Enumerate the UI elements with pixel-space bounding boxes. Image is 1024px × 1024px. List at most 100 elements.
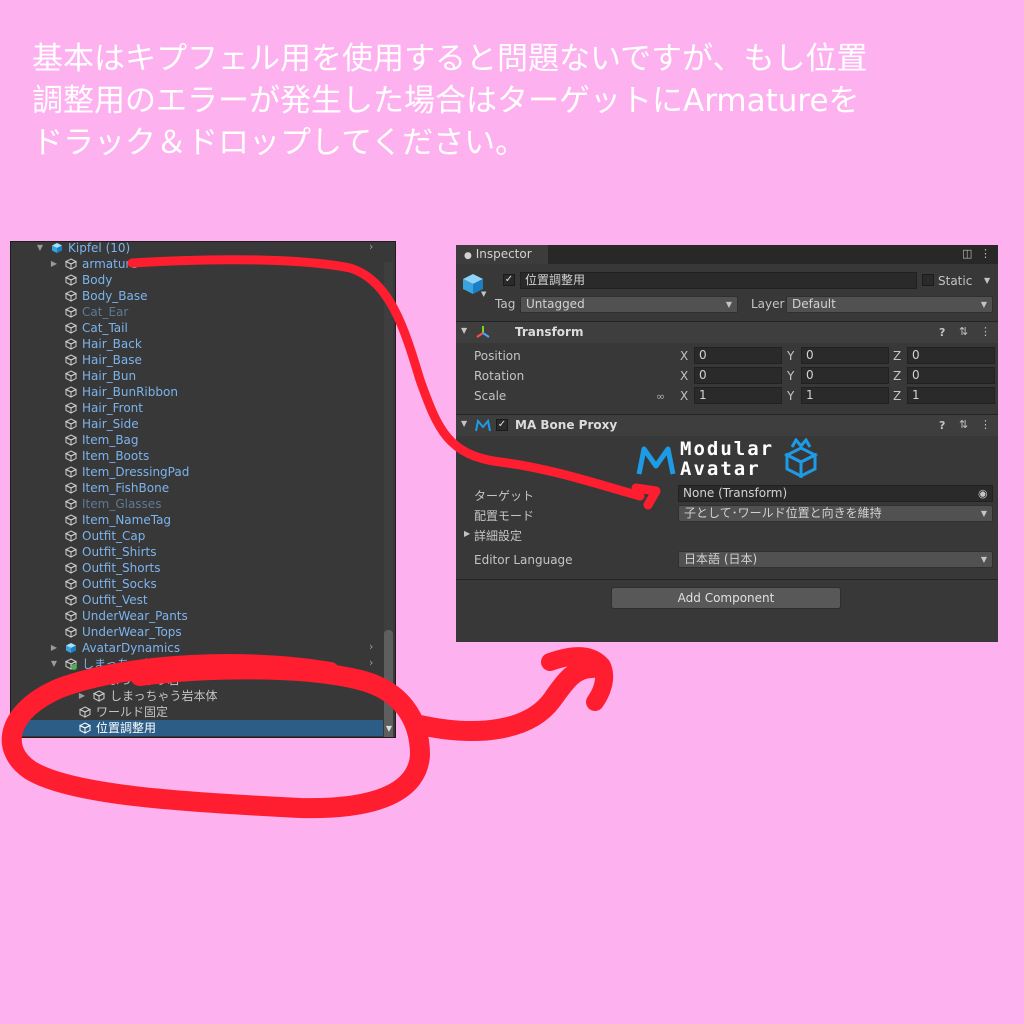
- transform-component-header[interactable]: ▼ Transform ? ⇅ ⋮: [456, 321, 998, 343]
- bone-proxy-component-header[interactable]: ▼ ✓ MA Bone Proxy ? ⇅ ⋮: [456, 414, 998, 436]
- foldout-arrow-icon[interactable]: ▼: [35, 242, 45, 256]
- placement-mode-dropdown[interactable]: 子として･ワールド位置と向きを維持 ▼: [678, 505, 993, 522]
- axis-label-z: Z: [893, 389, 902, 403]
- tag-dropdown[interactable]: Untagged ▼: [520, 296, 738, 313]
- gameobject-cube-icon: [65, 578, 77, 590]
- static-checkbox[interactable]: [922, 274, 934, 286]
- hierarchy-item[interactable]: Item_DressingPad: [11, 464, 383, 480]
- editor-language-label: Editor Language: [474, 553, 573, 567]
- inspector-tab[interactable]: ● Inspector: [456, 245, 548, 264]
- transform-x-field[interactable]: 1: [694, 387, 782, 404]
- hierarchy-item[interactable]: UnderWear_Tops: [11, 624, 383, 640]
- hierarchy-item[interactable]: Item_Boots: [11, 448, 383, 464]
- hierarchy-item[interactable]: Item_Glasses: [11, 496, 383, 512]
- hierarchy-item[interactable]: Outfit_Socks: [11, 576, 383, 592]
- layer-dropdown[interactable]: Default ▼: [786, 296, 993, 313]
- foldout-arrow-icon[interactable]: ▼: [49, 656, 59, 672]
- transform-y-field[interactable]: 0: [801, 347, 889, 364]
- hierarchy-item[interactable]: Outfit_Shirts: [11, 544, 383, 560]
- hierarchy-item-label: Item_NameTag: [82, 513, 172, 527]
- hierarchy-item[interactable]: Hair_Base: [11, 352, 383, 368]
- transform-z-field[interactable]: 0: [907, 367, 995, 384]
- hierarchy-item[interactable]: Hair_Back: [11, 336, 383, 352]
- expand-chevron-icon[interactable]: ›: [369, 242, 379, 253]
- object-picker-icon[interactable]: ◉: [978, 487, 988, 500]
- preset-icon[interactable]: ⇅: [959, 418, 968, 431]
- add-component-button[interactable]: Add Component: [611, 587, 841, 609]
- static-label: Static: [938, 274, 973, 288]
- hierarchy-item[interactable]: Body: [11, 272, 383, 288]
- hierarchy-item[interactable]: ▶ しまっちゃう岩本体: [11, 688, 383, 704]
- hierarchy-item-label: Outfit_Socks: [82, 577, 157, 591]
- transform-z-field[interactable]: 0: [907, 347, 995, 364]
- foldout-arrow-icon[interactable]: ▶: [464, 529, 470, 538]
- gameobject-cube-icon: [65, 274, 77, 286]
- hierarchy-item-label: Hair_BunRibbon: [82, 385, 178, 399]
- info-icon: ●: [464, 251, 472, 261]
- hierarchy-item[interactable]: Outfit_Shorts: [11, 560, 383, 576]
- editor-language-dropdown[interactable]: 日本語 (日本) ▼: [678, 551, 993, 568]
- hierarchy-item[interactable]: Item_Bag: [11, 432, 383, 448]
- kebab-menu-icon[interactable]: ⋮: [980, 247, 991, 260]
- target-object-field[interactable]: None (Transform): [678, 485, 993, 502]
- active-checkbox[interactable]: ✓: [503, 274, 515, 286]
- hierarchy-item[interactable]: UnderWear_Pants: [11, 608, 383, 624]
- transform-x-field[interactable]: 0: [694, 347, 782, 364]
- expand-chevron-icon[interactable]: ›: [369, 656, 379, 669]
- preset-icon[interactable]: ⇅: [959, 325, 968, 338]
- help-icon[interactable]: ?: [939, 326, 945, 339]
- hierarchy-item[interactable]: Cat_Ear: [11, 304, 383, 320]
- constrain-proportions-icon[interactable]: ∞: [656, 390, 665, 403]
- transform-x-field[interactable]: 0: [694, 367, 782, 384]
- foldout-arrow-icon[interactable]: ▶: [49, 256, 59, 272]
- expand-chevron-icon[interactable]: ›: [369, 640, 379, 653]
- target-value: None (Transform): [683, 486, 788, 500]
- hierarchy-item[interactable]: ワールド固定: [11, 704, 383, 720]
- hierarchy-item[interactable]: Hair_Side: [11, 416, 383, 432]
- gameobject-cube-icon: [65, 658, 77, 670]
- transform-y-field[interactable]: 1: [801, 387, 889, 404]
- hierarchy-item[interactable]: Item_NameTag: [11, 512, 383, 528]
- hierarchy-item[interactable]: 位置調整用: [11, 720, 383, 736]
- hierarchy-item[interactable]: Body_Base: [11, 288, 383, 304]
- bone-proxy-enabled-checkbox[interactable]: ✓: [496, 419, 508, 431]
- hierarchy-item[interactable]: ▼ しまっちゃうギミック: [11, 656, 383, 672]
- hierarchy-item-label: Body_Base: [82, 289, 148, 303]
- hierarchy-item[interactable]: ▶ AvatarDynamics: [11, 640, 383, 656]
- transform-z-field[interactable]: 1: [907, 387, 995, 404]
- foldout-arrow-icon[interactable]: ▼: [461, 326, 467, 335]
- hierarchy-item[interactable]: Outfit_Vest: [11, 592, 383, 608]
- hierarchy-item[interactable]: Item_FishBone: [11, 480, 383, 496]
- foldout-arrow-icon[interactable]: ▼: [461, 419, 467, 428]
- hierarchy-item[interactable]: ▶ armature: [11, 256, 383, 272]
- static-dropdown-arrow-icon[interactable]: ▼: [984, 276, 990, 285]
- kebab-menu-icon[interactable]: ⋮: [980, 418, 991, 431]
- hierarchy-item-label: Kipfel (10): [68, 241, 131, 255]
- hierarchy-root-item[interactable]: ▼ Kipfel (10): [11, 241, 383, 256]
- annotation-connector-arrowhead: [541, 647, 614, 711]
- transform-y-field[interactable]: 0: [801, 367, 889, 384]
- prefab-cube-icon: [52, 243, 62, 253]
- inspector-tab-bar: ● Inspector ◫ ⋮: [456, 245, 998, 264]
- hierarchy-item[interactable]: ▼ しまっちゃう岩: [11, 672, 383, 688]
- axis-label-y: Y: [787, 349, 795, 363]
- axis-label-z: Z: [893, 369, 902, 383]
- hierarchy-item[interactable]: Outfit_Cap: [11, 528, 383, 544]
- hierarchy-item[interactable]: Hair_Front: [11, 400, 383, 416]
- hierarchy-item[interactable]: Hair_Bun: [11, 368, 383, 384]
- foldout-arrow-icon[interactable]: ▼: [63, 672, 73, 688]
- modular-avatar-icon: [475, 419, 491, 432]
- advanced-settings-foldout[interactable]: 詳細設定: [474, 527, 522, 544]
- dropdown-arrow-icon[interactable]: ▼: [481, 290, 486, 298]
- scroll-down-arrow-icon[interactable]: ▼: [386, 724, 392, 733]
- kebab-menu-icon[interactable]: ⋮: [980, 325, 991, 338]
- hierarchy-item[interactable]: Hair_BunRibbon: [11, 384, 383, 400]
- foldout-arrow-icon[interactable]: ▶: [49, 640, 59, 656]
- lock-icon[interactable]: ◫: [962, 247, 972, 260]
- foldout-arrow-icon[interactable]: ▶: [77, 688, 87, 704]
- hierarchy-panel[interactable]: ▼ Kipfel (10) ▶ armature Body Body_Base Cat_Ea…: [10, 241, 396, 738]
- hierarchy-item[interactable]: Cat_Tail: [11, 320, 383, 336]
- help-icon[interactable]: ?: [939, 419, 945, 432]
- hierarchy-scrollbar-thumb[interactable]: [384, 630, 393, 737]
- object-name-field[interactable]: 位置調整用: [520, 272, 917, 289]
